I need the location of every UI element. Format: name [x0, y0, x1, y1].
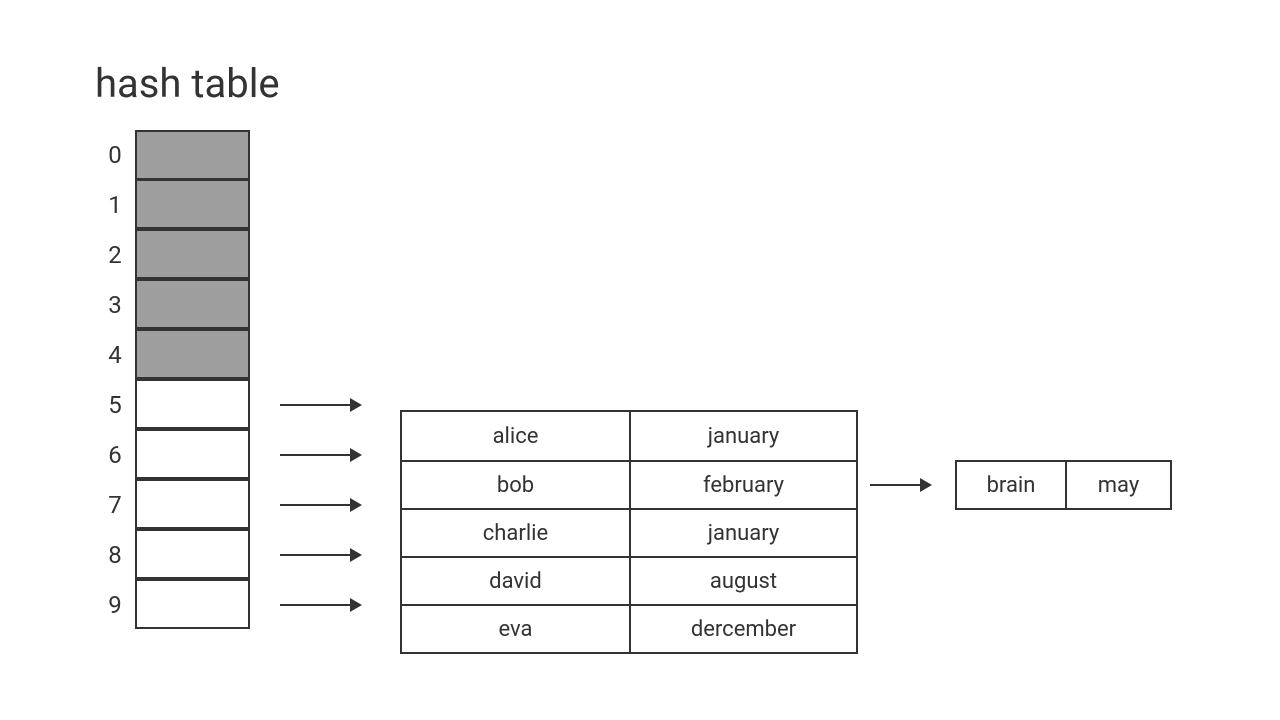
bucket-cell-empty: [135, 130, 250, 180]
node-table: alice january bob february charlie janua…: [400, 410, 858, 654]
node-value: dercember: [629, 606, 856, 652]
bucket-row: 5: [95, 380, 360, 430]
node-row: bob february: [402, 460, 856, 508]
arrow-icon: [280, 454, 360, 456]
node-value: january: [629, 412, 856, 460]
bucket-index: 0: [95, 141, 135, 169]
node-key: david: [402, 558, 629, 604]
bucket-row: 6: [95, 430, 360, 480]
bucket-row: 1: [95, 180, 360, 230]
bucket-index: 3: [95, 291, 135, 319]
chain-key: brain: [957, 462, 1065, 508]
bucket-row: 3: [95, 280, 360, 330]
bucket-index: 2: [95, 241, 135, 269]
node-value: january: [629, 510, 856, 556]
chain-node: brain may: [955, 460, 1172, 510]
bucket-index: 6: [95, 441, 135, 469]
bucket-index: 8: [95, 541, 135, 569]
bucket-row: 8: [95, 530, 360, 580]
bucket-row: 7: [95, 480, 360, 530]
bucket-cell-empty: [135, 229, 250, 279]
diagram-title: hash table: [95, 60, 280, 107]
bucket-cell-occupied: [135, 379, 250, 429]
bucket-row: 4: [95, 330, 360, 380]
bucket-index: 9: [95, 591, 135, 619]
arrow-icon: [280, 504, 360, 506]
node-key: alice: [402, 412, 629, 460]
bucket-cell-empty: [135, 179, 250, 229]
bucket-index: 5: [95, 391, 135, 419]
node-row: eva dercember: [402, 604, 856, 652]
bucket-row: 9: [95, 580, 360, 630]
bucket-cell-empty: [135, 279, 250, 329]
bucket-row: 2: [95, 230, 360, 280]
node-row: david august: [402, 556, 856, 604]
bucket-cell-occupied: [135, 479, 250, 529]
node-value: august: [629, 558, 856, 604]
arrow-icon: [870, 484, 930, 486]
bucket-cell-occupied: [135, 579, 250, 629]
arrow-icon: [280, 554, 360, 556]
node-key: eva: [402, 606, 629, 652]
arrow-icon: [280, 404, 360, 406]
node-key: bob: [402, 462, 629, 508]
bucket-array: 0 1 2 3 4 5 6 7 8 9: [95, 130, 360, 630]
bucket-index: 7: [95, 491, 135, 519]
bucket-cell-empty: [135, 329, 250, 379]
chain-value: may: [1065, 462, 1170, 508]
bucket-index: 4: [95, 341, 135, 369]
bucket-cell-occupied: [135, 429, 250, 479]
bucket-index: 1: [95, 191, 135, 219]
node-row: alice january: [402, 412, 856, 460]
node-value: february: [629, 462, 856, 508]
bucket-cell-occupied: [135, 529, 250, 579]
node-row: charlie january: [402, 508, 856, 556]
arrow-icon: [280, 604, 360, 606]
node-key: charlie: [402, 510, 629, 556]
bucket-row: 0: [95, 130, 360, 180]
